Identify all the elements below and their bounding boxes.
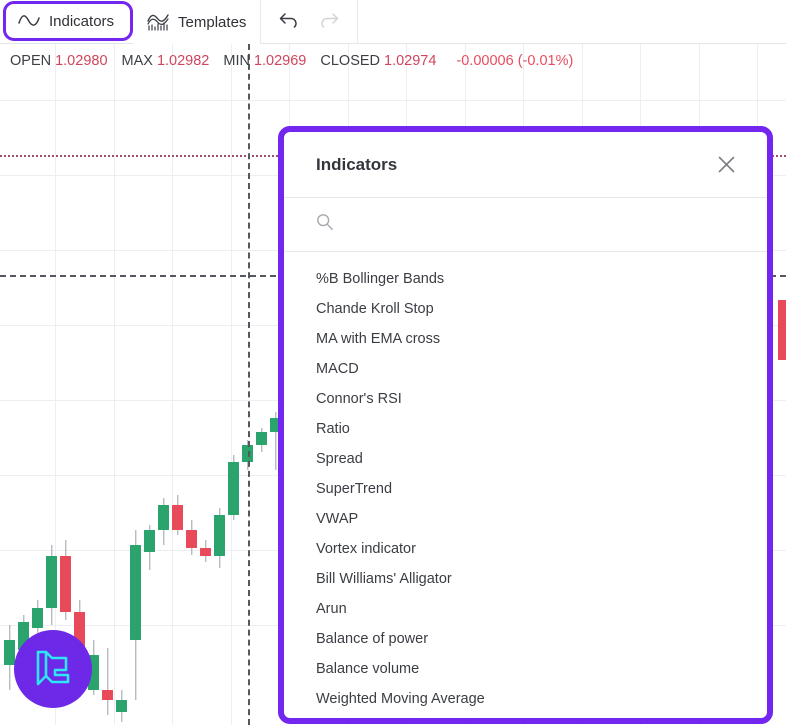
crosshair-vertical	[248, 44, 250, 725]
gridline-vertical	[114, 44, 115, 725]
indicators-button[interactable]: Indicators	[3, 1, 134, 41]
list-item[interactable]: Chande Kroll Stop	[284, 294, 767, 324]
candlestick	[778, 44, 786, 725]
list-item[interactable]: VWAP	[284, 504, 767, 534]
indicators-panel-header: Indicators	[284, 132, 767, 198]
close-icon[interactable]	[711, 150, 741, 180]
candlestick	[88, 44, 99, 725]
list-item[interactable]: MACD	[284, 354, 767, 384]
candle-body	[778, 300, 786, 360]
undo-arrow-icon[interactable]	[279, 12, 299, 33]
list-item[interactable]: Vortex indicator	[284, 534, 767, 564]
list-item[interactable]: Ratio	[284, 414, 767, 444]
candlestick	[200, 44, 211, 725]
chart-toolbar: Indicators Templates	[0, 0, 786, 44]
candlestick	[130, 44, 141, 725]
candlestick	[4, 44, 15, 725]
candlestick	[186, 44, 197, 725]
candle-body	[102, 690, 113, 700]
candle-wick	[106, 648, 109, 715]
candlestick	[158, 44, 169, 725]
candlestick	[32, 44, 43, 725]
list-item[interactable]: %B Bollinger Bands	[284, 264, 767, 294]
templates-button[interactable]: Templates	[133, 0, 262, 44]
list-item[interactable]: Balance volume	[284, 654, 767, 684]
candlestick	[116, 44, 127, 725]
candle-body	[172, 505, 183, 530]
candle-body	[256, 432, 267, 445]
list-item[interactable]: Balance of power	[284, 624, 767, 654]
indicators-list[interactable]: %B Bollinger Bands Chande Kroll Stop MA wi…	[284, 252, 767, 718]
candlestick	[102, 44, 113, 725]
search-input[interactable]	[346, 215, 735, 234]
candlestick	[214, 44, 225, 725]
search-icon	[316, 213, 334, 236]
indicators-search-row[interactable]	[284, 198, 767, 252]
candlestick	[172, 44, 183, 725]
list-item[interactable]: SuperTrend	[284, 474, 767, 504]
list-item[interactable]: Spread	[284, 444, 767, 474]
lc-brand-logo	[14, 630, 92, 708]
indicators-panel: Indicators %B Bollinger Bands Chande Krol…	[278, 126, 773, 724]
candlestick	[74, 44, 85, 725]
candle-body	[186, 530, 197, 548]
candle-body	[214, 515, 225, 556]
candle-body	[60, 556, 71, 612]
templates-button-label: Templates	[178, 13, 247, 31]
candle-body	[144, 530, 155, 552]
candle-body	[130, 545, 141, 640]
candlestick	[18, 44, 29, 725]
chart-template-icon	[147, 12, 169, 32]
candle-body	[116, 700, 127, 712]
candle-body	[32, 608, 43, 628]
wave-line-icon	[18, 11, 40, 31]
list-item[interactable]: Connor's RSI	[284, 384, 767, 414]
candlestick	[256, 44, 267, 725]
list-item[interactable]: Bill Williams' Alligator	[284, 564, 767, 594]
list-item[interactable]: MA with EMA cross	[284, 324, 767, 354]
list-item[interactable]: Weighted Moving Average	[284, 684, 767, 714]
indicators-panel-title: Indicators	[316, 154, 398, 174]
lc-monogram-icon	[36, 650, 70, 686]
candlestick	[228, 44, 239, 725]
candle-body	[4, 640, 15, 665]
candle-body	[46, 556, 57, 608]
candle-body	[158, 505, 169, 530]
redo-arrow-icon[interactable]	[319, 12, 339, 33]
candlestick	[60, 44, 71, 725]
chart-app-window: OPEN 1.02980 MAX 1.02982 MIN 1.02969 CLO…	[0, 0, 786, 725]
candle-body	[228, 462, 239, 515]
list-item[interactable]: Arun	[284, 594, 767, 624]
candle-body	[200, 548, 211, 556]
candlestick	[144, 44, 155, 725]
history-controls	[261, 0, 359, 44]
indicators-button-label: Indicators	[49, 12, 115, 30]
candlestick	[46, 44, 57, 725]
